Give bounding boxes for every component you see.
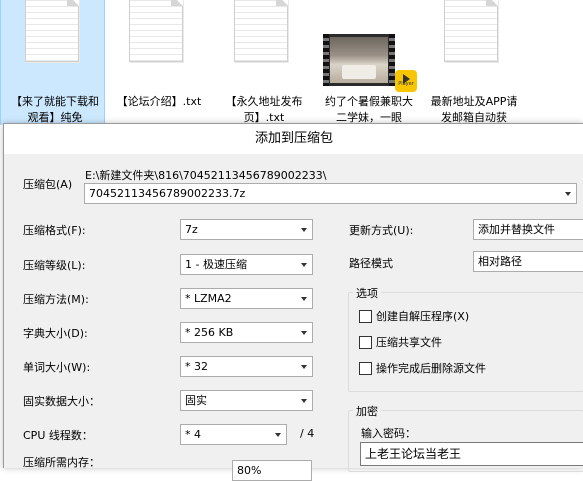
chevron-down-icon[interactable] [270, 425, 286, 444]
file-item-3[interactable]: 【永久地址发布页】.txt [210, 0, 315, 125]
word-select[interactable]: * 32 [180, 356, 313, 377]
level-label: 压缩等级(L): [23, 259, 86, 272]
checkbox-icon[interactable] [359, 310, 372, 323]
text-file-icon [25, 0, 79, 62]
archive-label: 压缩包(A) [23, 178, 73, 191]
dict-value: * 256 KB [185, 326, 234, 339]
solid-value: 固实 [185, 394, 207, 407]
password-field[interactable]: 上老王论坛当老王 [360, 442, 583, 466]
solid-label: 固实数据大小： [23, 395, 100, 408]
delete-after-label: 操作完成后删除源文件 [376, 362, 486, 375]
video-thumbnail-icon [323, 34, 395, 86]
dialog-title: 添加到压缩包 [4, 124, 583, 154]
player-badge-icon: Player [395, 70, 417, 92]
chevron-down-icon[interactable] [296, 289, 312, 308]
memory-usage-select[interactable]: 80% [232, 460, 312, 481]
format-select[interactable]: 7z [180, 219, 313, 240]
update-mode-value: 添加并替换文件 [478, 223, 555, 236]
chevron-down-icon[interactable] [296, 391, 312, 410]
solid-select[interactable]: 固实 [180, 390, 313, 411]
file-item-1[interactable]: 【来了就能下载和观看】纯免 [0, 0, 105, 125]
file-name: 【永久地址发布页】.txt [225, 95, 303, 124]
file-name: 【来了就能下载和观看】纯免 [11, 95, 99, 124]
method-value: * LZMA2 [185, 292, 232, 305]
add-to-archive-dialog: 添加到压缩包 压缩包(A) E:\新建文件夹\816\7045211345678… [3, 123, 583, 481]
path-mode-select[interactable]: 相对路径 [473, 251, 583, 272]
chevron-down-icon[interactable] [296, 255, 312, 274]
shared-files-label: 压缩共享文件 [376, 336, 442, 349]
level-select[interactable]: 1 - 极速压缩 [180, 254, 313, 275]
format-value: 7z [185, 223, 198, 236]
chevron-down-icon[interactable] [296, 220, 312, 239]
level-value: 1 - 极速压缩 [185, 258, 247, 271]
file-name: 约了个暑假兼职大二学妹，一眼 [325, 95, 413, 124]
file-name: 【论坛介绍】.txt [116, 95, 202, 108]
cpu-value: * 4 [185, 428, 201, 441]
dict-select[interactable]: * 256 KB [180, 322, 313, 343]
options-title: 选项 [353, 285, 381, 301]
update-mode-select[interactable]: 添加并替换文件 [473, 219, 583, 240]
file-explorer: 【来了就能下载和观看】纯免 【论坛介绍】.txt 【永久地址发布页】.txt P… [0, 0, 583, 125]
text-file-icon [444, 0, 498, 62]
file-name: 最新地址及APP请发邮箱自动获 [430, 95, 518, 124]
dict-label: 字典大小(D): [23, 327, 88, 340]
memory-usage-value: 80% [237, 464, 262, 477]
file-item-5[interactable]: 最新地址及APP请发邮箱自动获 [420, 0, 525, 125]
text-file-icon [234, 0, 288, 62]
archive-name-value: 70452113456789002233.7z [89, 187, 246, 200]
update-mode-label: 更新方式(U): [349, 224, 414, 237]
delete-after-checkbox[interactable]: 操作完成后删除源文件 [359, 360, 486, 376]
text-file-icon [129, 0, 183, 62]
file-item-4[interactable]: Player 约了个暑假兼职大二学妹，一眼 [315, 0, 420, 125]
chevron-down-icon[interactable] [560, 184, 576, 203]
checkbox-icon[interactable] [359, 336, 372, 349]
path-mode-value: 相对路径 [478, 255, 522, 268]
word-value: * 32 [185, 360, 208, 373]
cpu-total: / 4 [300, 427, 315, 440]
file-item-2[interactable]: 【论坛介绍】.txt [105, 0, 210, 125]
archive-path: E:\新建文件夹\816\70452113456789002233\ [85, 169, 327, 182]
format-label: 压缩格式(F): [23, 224, 86, 237]
cpu-label: CPU 线程数： [23, 429, 93, 442]
cpu-select[interactable]: * 4 [180, 424, 287, 445]
path-mode-label: 路径模式 [349, 257, 393, 270]
shared-files-checkbox[interactable]: 压缩共享文件 [359, 334, 442, 350]
sfx-label: 创建自解压程序(X) [376, 310, 470, 323]
chevron-down-icon[interactable] [296, 323, 312, 342]
archive-name-combo[interactable]: 70452113456789002233.7z [84, 183, 577, 204]
sfx-checkbox[interactable]: 创建自解压程序(X) [359, 308, 469, 324]
password-label: 输入密码： [361, 427, 416, 440]
encryption-title: 加密 [353, 403, 381, 419]
checkbox-icon[interactable] [359, 362, 372, 375]
chevron-down-icon[interactable] [296, 357, 312, 376]
method-select[interactable]: * LZMA2 [180, 288, 313, 309]
method-label: 压缩方法(M): [23, 293, 89, 306]
word-label: 单词大小(W): [23, 361, 91, 374]
